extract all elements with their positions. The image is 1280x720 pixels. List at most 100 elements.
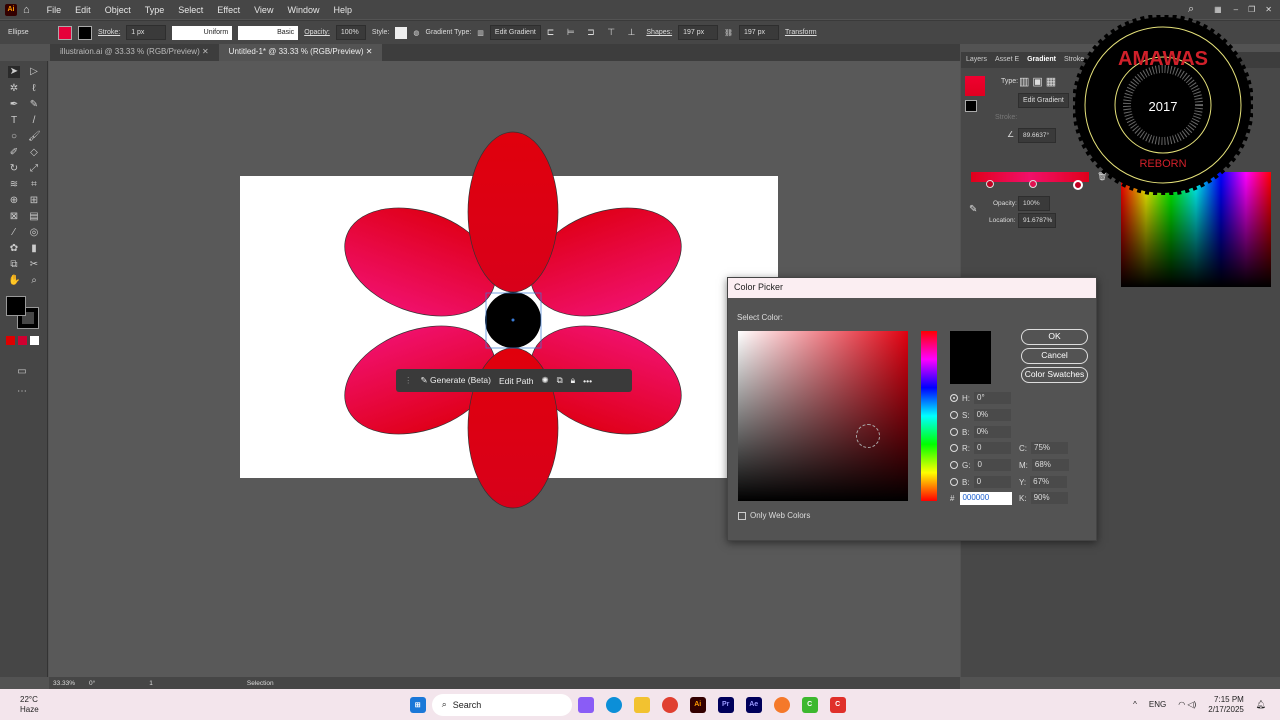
hue-slider[interactable] xyxy=(921,331,937,501)
c-label: C: xyxy=(1019,443,1027,453)
watermark-top-text: AMAWAS xyxy=(1118,48,1208,70)
k-field[interactable]: 90% xyxy=(1030,492,1068,504)
after-effects-icon[interactable]: Ae xyxy=(745,696,762,713)
tab-layers[interactable]: Layers xyxy=(966,56,987,64)
m-field[interactable]: 68% xyxy=(1031,459,1069,471)
edit-path-button[interactable]: Edit Path xyxy=(499,376,534,386)
color-picker-dialog: Color Picker Select Color: OK Cancel Col… xyxy=(727,277,1097,541)
rotation-value[interactable]: 0° xyxy=(89,680,95,687)
saturation-brightness-field[interactable] xyxy=(738,331,908,501)
angle-input[interactable]: 89.6637° xyxy=(1018,128,1056,143)
g-label: G: xyxy=(962,460,971,470)
gradient-stop-1[interactable] xyxy=(986,180,994,188)
only-web-colors-checkbox[interactable] xyxy=(738,511,746,520)
petal-top[interactable] xyxy=(467,131,559,293)
zoom-level[interactable]: 33.33% xyxy=(53,680,75,687)
fill-color-box[interactable] xyxy=(6,296,26,316)
color-swatches-button[interactable]: Color Swatches xyxy=(1021,367,1088,383)
gradient-swatch[interactable] xyxy=(965,76,985,96)
brightness-field[interactable]: 0% xyxy=(973,426,1011,438)
start-icon[interactable]: ⊞ xyxy=(409,696,426,713)
clock[interactable]: 7:15 PM 2/17/2025 xyxy=(1208,695,1244,715)
k-label: K: xyxy=(1019,493,1027,503)
restore-button[interactable]: ❐ xyxy=(1248,5,1255,14)
search-label: Search xyxy=(452,699,482,710)
notification-icon[interactable]: 🔔︎ xyxy=(1256,700,1266,709)
contextual-task-bar: ⋮ ✎ Generate (Beta) Edit Path ✺ ⧉ 🔒︎ ••• xyxy=(396,369,632,392)
location-label: Location: xyxy=(989,217,1016,224)
only-web-colors-label: Only Web Colors xyxy=(750,511,811,520)
gradient-stop-2[interactable] xyxy=(1029,180,1037,188)
watermark-year: 2017 xyxy=(1149,99,1178,114)
watermark-bottom-text: REBORN xyxy=(1139,158,1186,170)
settings-icon[interactable]: ✺ xyxy=(541,375,548,386)
camtasia-red-icon[interactable]: C xyxy=(829,696,846,713)
illustrator-icon[interactable]: Ai xyxy=(689,696,706,713)
hex-field[interactable]: 000000 xyxy=(960,492,1013,505)
current-tool: Selection xyxy=(246,679,274,687)
r-field[interactable]: 0 xyxy=(974,442,1011,454)
tab-asset-export[interactable]: Asset E xyxy=(995,56,1019,64)
close-window-button[interactable]: ✕ xyxy=(1265,5,1272,14)
weather-widget[interactable]: 22°C Haze xyxy=(20,695,39,715)
y-label: Y: xyxy=(1019,477,1027,487)
color-cursor[interactable] xyxy=(856,424,880,448)
s-label: S: xyxy=(962,410,970,420)
more-options-icon[interactable]: ••• xyxy=(583,376,592,386)
h-field[interactable]: 0° xyxy=(974,392,1011,404)
m-label: M: xyxy=(1019,460,1028,470)
edit-gradient-panel-button[interactable]: Edit Gradient xyxy=(1018,93,1069,108)
watermark-badge: AMAWAS 2017 REBORN xyxy=(1073,15,1253,195)
location-input[interactable]: 91.6787% xyxy=(1018,213,1056,228)
eyedropper-icon[interactable]: ✎ xyxy=(969,204,977,215)
generate-button[interactable]: ✎ Generate (Beta) xyxy=(421,375,491,386)
minimize-button[interactable]: – xyxy=(1234,5,1238,14)
current-color-preview xyxy=(950,331,991,384)
center-point xyxy=(511,318,515,322)
cancel-button[interactable]: Cancel xyxy=(1021,348,1088,364)
date: 2/17/2025 xyxy=(1208,704,1244,714)
duplicate-icon[interactable]: ⧉ xyxy=(557,375,563,386)
blue-field[interactable]: 0 xyxy=(973,476,1011,488)
h-label: H: xyxy=(962,393,970,403)
wifi-volume-icon[interactable]: ◠ ◁) xyxy=(1178,700,1196,709)
edge-icon[interactable] xyxy=(605,696,622,713)
camtasia-green-icon[interactable]: C xyxy=(801,696,818,713)
search-box[interactable]: ⌕ Search xyxy=(431,693,572,716)
workspace-icon[interactable]: ▦ xyxy=(1214,5,1222,14)
opacity-label: Opacity: xyxy=(993,200,1017,207)
brightness-radio[interactable] xyxy=(950,428,958,436)
r-radio[interactable] xyxy=(950,444,958,452)
artboard-number[interactable]: 1 xyxy=(149,680,153,687)
c-field[interactable]: 75% xyxy=(1031,442,1068,454)
blender-icon[interactable] xyxy=(773,696,790,713)
premiere-icon[interactable]: Pr xyxy=(717,696,734,713)
brightness-label: B: xyxy=(962,427,970,437)
s-radio[interactable] xyxy=(950,411,958,419)
ok-button[interactable]: OK xyxy=(1021,329,1088,345)
dialog-title: Color Picker xyxy=(728,278,1096,298)
weather-temp: 22°C xyxy=(20,694,38,704)
status-bar: 33.33% 0° 1 Selection xyxy=(49,677,960,689)
g-radio[interactable] xyxy=(950,461,958,469)
blue-label: B: xyxy=(962,477,970,487)
s-field[interactable]: 0% xyxy=(973,409,1011,421)
lock-icon[interactable]: 🔒︎ xyxy=(571,375,576,386)
tray-chevron-icon[interactable]: ^ xyxy=(1133,700,1137,709)
h-radio[interactable] xyxy=(950,394,958,402)
copilot-icon[interactable] xyxy=(577,696,594,713)
y-field[interactable]: 67% xyxy=(1030,476,1068,488)
gradient-type-icons[interactable]: ▥▣▦ xyxy=(1019,75,1059,88)
language-indicator[interactable]: ENG xyxy=(1149,700,1166,709)
chrome-icon[interactable] xyxy=(661,696,678,713)
file-explorer-icon[interactable] xyxy=(633,696,650,713)
opacity-input[interactable]: 100% xyxy=(1018,196,1050,211)
tab-gradient[interactable]: Gradient xyxy=(1027,56,1056,64)
hash-label: # xyxy=(950,494,955,503)
drag-handle-icon[interactable]: ⋮ xyxy=(404,375,413,386)
g-field[interactable]: 0 xyxy=(974,459,1012,471)
blue-radio[interactable] xyxy=(950,478,958,486)
select-color-label: Select Color: xyxy=(737,313,783,322)
angle-icon: ∠ xyxy=(1007,130,1015,139)
fill-stroke-mini-icon[interactable] xyxy=(965,100,977,112)
